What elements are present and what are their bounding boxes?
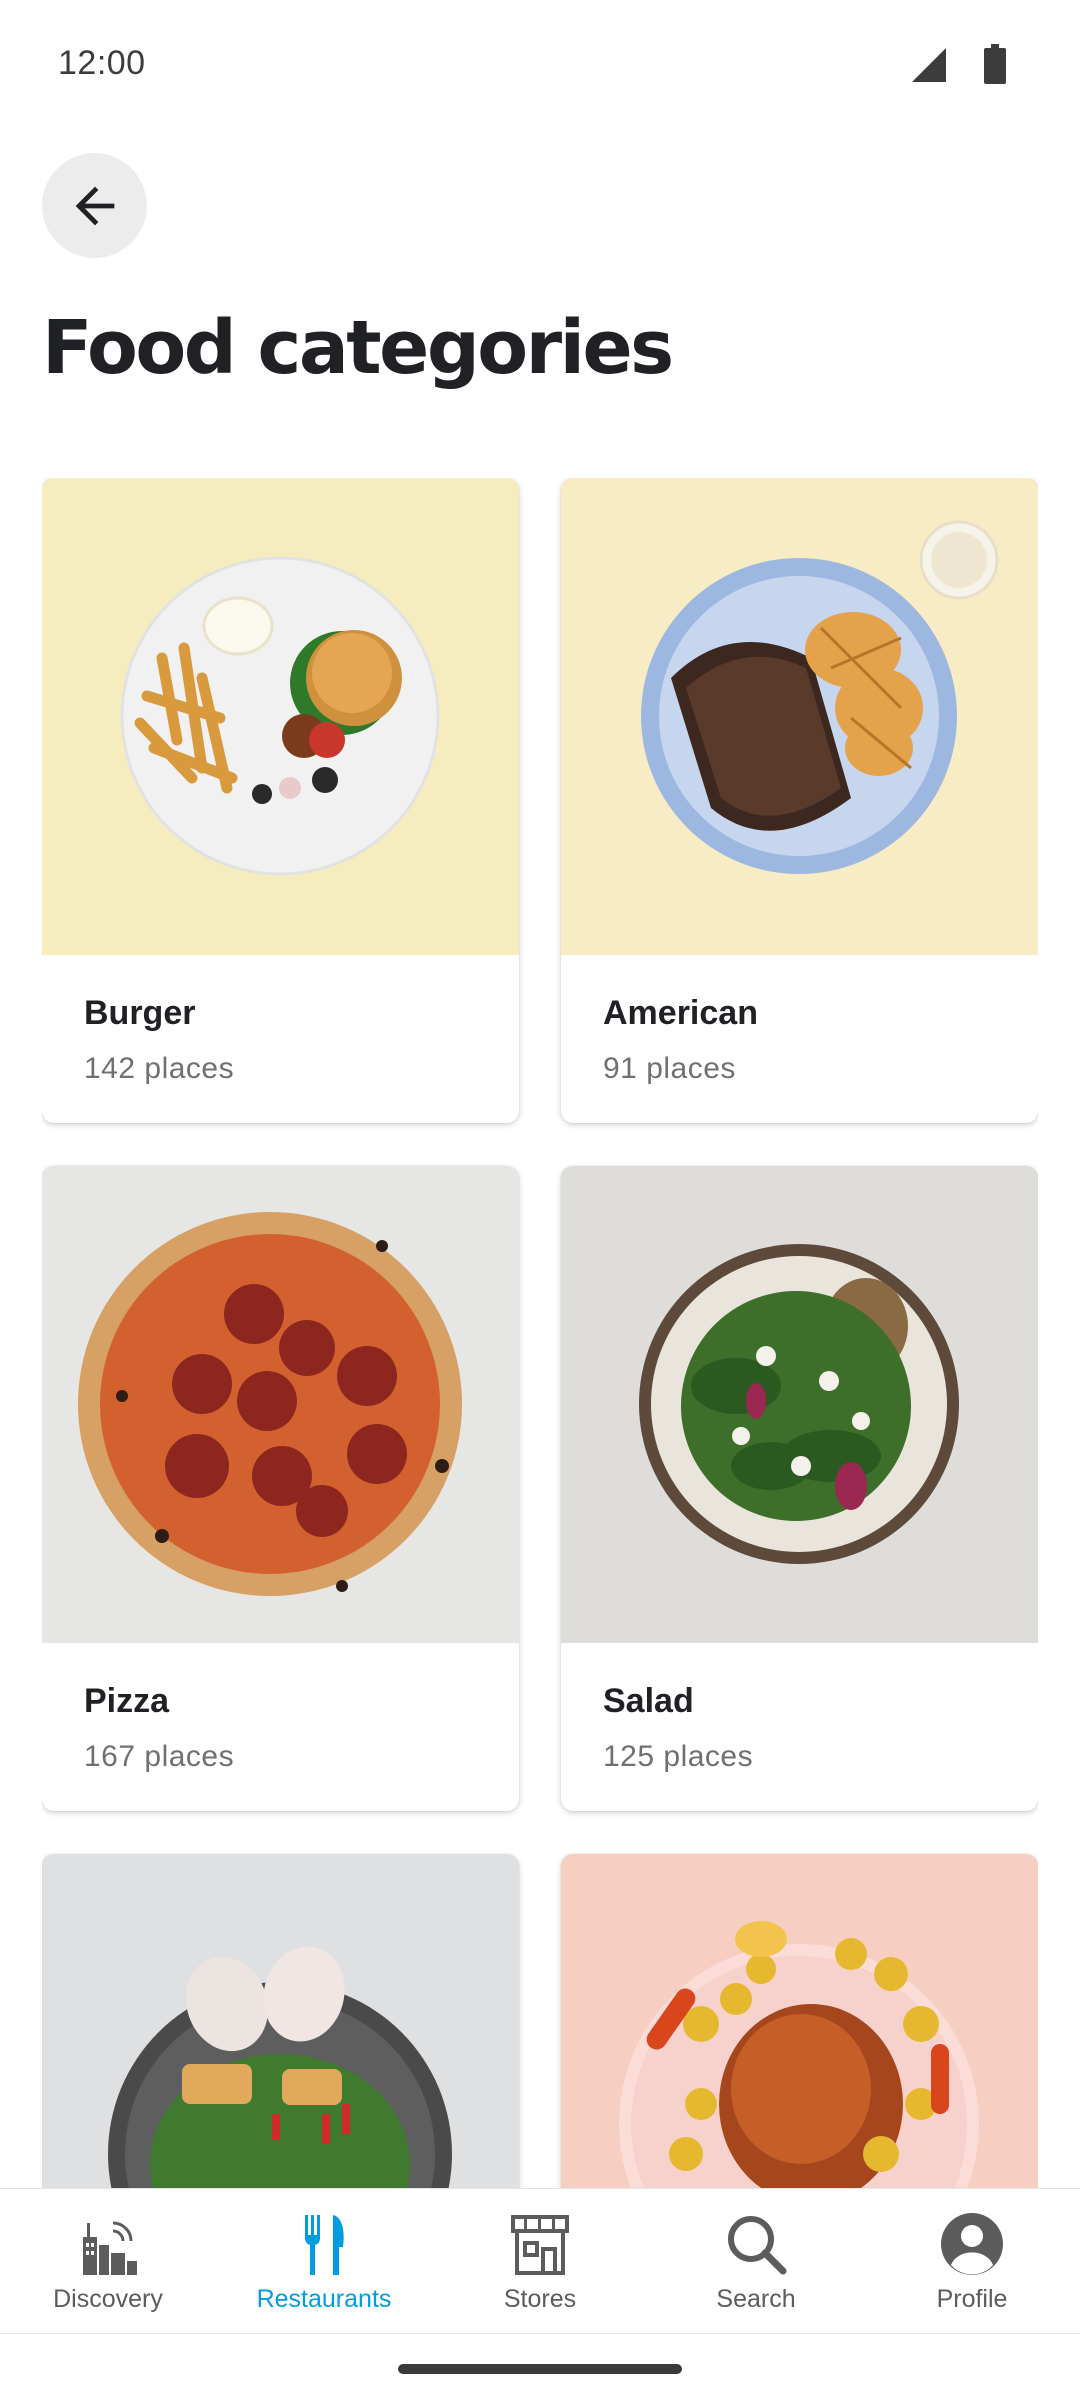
fork-knife-icon bbox=[305, 2215, 344, 2275]
gesture-bar[interactable] bbox=[398, 2364, 682, 2374]
category-name: American bbox=[603, 994, 758, 1032]
battery-icon bbox=[984, 44, 1006, 84]
nav-label: Search bbox=[716, 2285, 796, 2313]
status-bar: 12:00 bbox=[0, 0, 1080, 130]
category-count: 125 places bbox=[603, 1740, 754, 1773]
asian-salad-image bbox=[42, 1854, 519, 2188]
category-grid: Burger 142 places American 91 places Piz… bbox=[42, 478, 1038, 2188]
nav-item-discovery[interactable]: Discovery bbox=[0, 2189, 216, 2333]
burger-image bbox=[42, 478, 519, 955]
store-icon bbox=[511, 2215, 569, 2275]
nav-item-stores[interactable]: Stores bbox=[432, 2189, 648, 2333]
category-count: 167 places bbox=[84, 1740, 235, 1773]
nav-label: Stores bbox=[503, 2285, 577, 2313]
nav-item-restaurants[interactable]: Restaurants bbox=[216, 2189, 432, 2333]
search-icon bbox=[728, 2216, 787, 2275]
nav-label: Restaurants bbox=[256, 2285, 392, 2313]
nav-label: Discovery bbox=[53, 2285, 163, 2313]
category-name: Salad bbox=[603, 1682, 694, 1720]
city-icon bbox=[83, 2221, 137, 2275]
category-card-burger[interactable]: Burger 142 places bbox=[42, 478, 519, 1123]
arrow-left-icon bbox=[75, 186, 114, 225]
nav-label: Profile bbox=[936, 2285, 1008, 2313]
category-count: 142 places bbox=[84, 1052, 235, 1085]
category-card-salad[interactable]: Salad 125 places bbox=[561, 1166, 1038, 1811]
chicken-image bbox=[561, 1854, 1038, 2188]
signal-icon bbox=[912, 48, 946, 82]
salad-image bbox=[561, 1166, 1038, 1643]
bottom-nav: Discovery Restaurants Stores Search Prof… bbox=[0, 2188, 1080, 2334]
category-name: Pizza bbox=[84, 1682, 170, 1720]
category-card-chicken[interactable] bbox=[561, 1854, 1038, 2188]
category-card-american[interactable]: American 91 places bbox=[561, 478, 1038, 1123]
status-time: 12:00 bbox=[58, 44, 146, 82]
category-count: 91 places bbox=[603, 1052, 736, 1085]
category-name: Burger bbox=[84, 994, 196, 1032]
category-card-asian[interactable] bbox=[42, 1854, 519, 2188]
pizza-image bbox=[42, 1166, 519, 1643]
page-title: Food categories bbox=[42, 305, 674, 391]
nav-item-search[interactable]: Search bbox=[648, 2189, 864, 2333]
back-button[interactable] bbox=[42, 153, 147, 258]
profile-icon bbox=[941, 2213, 1003, 2275]
american-image bbox=[561, 478, 1038, 955]
category-card-pizza[interactable]: Pizza 167 places bbox=[42, 1166, 519, 1811]
nav-item-profile[interactable]: Profile bbox=[864, 2189, 1080, 2333]
